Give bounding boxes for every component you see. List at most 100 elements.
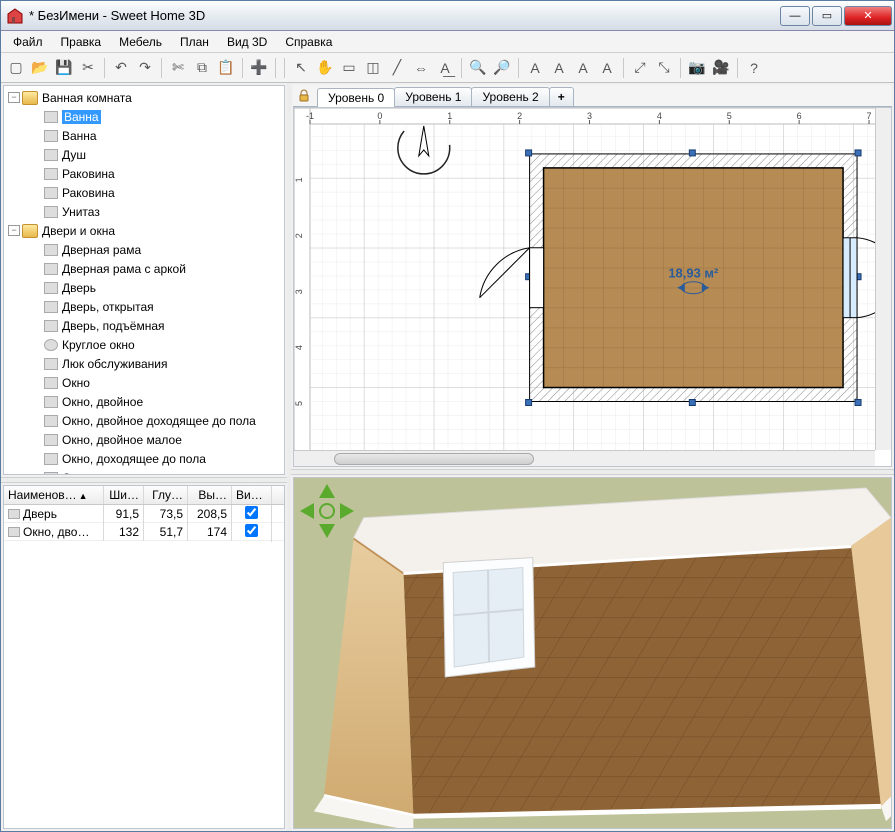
- cut-icon[interactable]: ✄: [167, 57, 189, 79]
- item-thumb-icon: [44, 358, 58, 370]
- add-furniture-icon[interactable]: ➕: [248, 57, 270, 79]
- text-italic-icon[interactable]: A: [548, 57, 570, 79]
- help-icon[interactable]: ?: [743, 57, 765, 79]
- nav3d-right-icon[interactable]: [340, 503, 354, 519]
- create-rooms-icon[interactable]: ◫: [362, 57, 384, 79]
- room-area-label: 18,93 м²: [668, 266, 719, 281]
- new-file-icon[interactable]: ▢: [5, 57, 27, 79]
- text-bold-icon[interactable]: A: [524, 57, 546, 79]
- tree-category[interactable]: −Ванная комната: [4, 88, 284, 107]
- horizontal-splitter-left[interactable]: [1, 477, 287, 483]
- col-depth[interactable]: Глу…: [144, 486, 188, 504]
- tree-item[interactable]: Душ: [4, 145, 284, 164]
- menu-furniture[interactable]: Мебель: [111, 33, 170, 51]
- tree-item[interactable]: Раковина: [4, 183, 284, 202]
- tree-item[interactable]: Окно, доходящее до пола: [4, 449, 284, 468]
- tab-level-1[interactable]: Уровень 1: [394, 87, 472, 106]
- tree-item[interactable]: Дверная рама: [4, 240, 284, 259]
- redo-icon[interactable]: ↷: [134, 57, 156, 79]
- item-label: Дверь, подъёмная: [62, 319, 165, 333]
- menu-edit[interactable]: Правка: [53, 33, 110, 51]
- tree-item[interactable]: Дверь: [4, 278, 284, 297]
- zoom-out-icon[interactable]: 🔎: [491, 57, 513, 79]
- visible-checkbox[interactable]: [245, 524, 258, 537]
- nav3d-center-icon[interactable]: [319, 503, 335, 519]
- tree-item[interactable]: Окно, двойное доходящее до пола: [4, 411, 284, 430]
- undo-icon[interactable]: ↶: [110, 57, 132, 79]
- open-icon[interactable]: 📂: [29, 57, 51, 79]
- visible-checkbox[interactable]: [245, 506, 258, 519]
- create-text-icon[interactable]: A͟: [434, 57, 456, 79]
- tree-item[interactable]: Ванна: [4, 107, 284, 126]
- copy-icon[interactable]: ⧉: [191, 57, 213, 79]
- menu-help[interactable]: Справка: [277, 33, 340, 51]
- tree-item[interactable]: Окно, малое: [4, 468, 284, 475]
- lock-level-icon[interactable]: [297, 89, 311, 103]
- tree-item[interactable]: Круглое окно: [4, 335, 284, 354]
- tab-add-level[interactable]: +: [549, 87, 574, 106]
- item-label: Круглое окно: [62, 338, 135, 352]
- col-height[interactable]: Вы…: [188, 486, 232, 504]
- nav3d-left-icon[interactable]: [300, 503, 314, 519]
- save-icon[interactable]: 💾: [53, 57, 75, 79]
- item-thumb-icon: [44, 320, 58, 332]
- tree-item[interactable]: Дверь, подъёмная: [4, 316, 284, 335]
- table-row[interactable]: Окно, дво…13251,7174: [4, 523, 284, 541]
- plan-scrollbar-horizontal[interactable]: [294, 450, 875, 466]
- catalog-tree[interactable]: −Ванная комнатаВаннаВаннаДушРаковинаРако…: [3, 85, 285, 475]
- table-row[interactable]: Дверь91,573,5208,5: [4, 505, 284, 523]
- tree-item[interactable]: Дверь, открытая: [4, 297, 284, 316]
- text-increase-icon[interactable]: A: [572, 57, 594, 79]
- preferences-icon[interactable]: ✂: [77, 57, 99, 79]
- tree-item[interactable]: Окно: [4, 373, 284, 392]
- tree-toggle-icon[interactable]: −: [8, 92, 20, 103]
- zoom-in-icon[interactable]: 🔍: [467, 57, 489, 79]
- title-bar[interactable]: * БезИмени - Sweet Home 3D — ▭ ✕: [1, 1, 894, 31]
- col-name[interactable]: Наименов…: [8, 488, 77, 502]
- furniture-table[interactable]: Наименов…▲ Ши… Глу… Вы… Види… Дверь91,57…: [3, 485, 285, 829]
- item-thumb-icon: [44, 472, 58, 476]
- col-visible[interactable]: Види…: [232, 486, 272, 504]
- nav3d-up-icon[interactable]: [319, 484, 335, 498]
- table-header[interactable]: Наименов…▲ Ши… Глу… Вы… Види…: [4, 486, 284, 505]
- plan-2d-view[interactable]: -1012345678 123456: [293, 107, 892, 467]
- menu-plan[interactable]: План: [172, 33, 217, 51]
- plan-scrollbar-vertical[interactable]: [875, 108, 891, 450]
- create-polyline-icon[interactable]: ╱: [386, 57, 408, 79]
- view-3d[interactable]: [293, 477, 892, 829]
- video-icon[interactable]: 🎥: [710, 57, 732, 79]
- text-decrease-icon[interactable]: A: [596, 57, 618, 79]
- maximize-button[interactable]: ▭: [812, 6, 842, 26]
- create-dimensions-icon[interactable]: ⇔: [410, 57, 432, 79]
- tree-item[interactable]: Унитаз: [4, 202, 284, 221]
- photo-icon[interactable]: 📷: [686, 57, 708, 79]
- horizontal-splitter-right[interactable]: [291, 469, 894, 475]
- tree-item[interactable]: Ванна: [4, 126, 284, 145]
- tree-toggle-icon[interactable]: −: [8, 225, 20, 236]
- tree-item[interactable]: Окно, двойное: [4, 392, 284, 411]
- zoom-fit-icon[interactable]: ⤢: [629, 57, 651, 79]
- menu-file[interactable]: Файл: [5, 33, 51, 51]
- view3d-canvas[interactable]: [294, 478, 891, 829]
- create-walls-icon[interactable]: ▭: [338, 57, 360, 79]
- plan-canvas[interactable]: -1012345678 123456: [294, 108, 891, 467]
- nav3d-down-icon[interactable]: [319, 524, 335, 538]
- tree-item[interactable]: Раковина: [4, 164, 284, 183]
- tree-item[interactable]: Дверная рама с аркой: [4, 259, 284, 278]
- menu-bar: Файл Правка Мебель План Вид 3D Справка: [1, 31, 894, 53]
- tree-item[interactable]: Люк обслуживания: [4, 354, 284, 373]
- app-icon: [7, 8, 23, 24]
- close-button[interactable]: ✕: [844, 6, 892, 26]
- pan-icon[interactable]: ✋: [314, 57, 336, 79]
- tab-level-0[interactable]: Уровень 0: [317, 88, 395, 107]
- col-width[interactable]: Ши…: [104, 486, 144, 504]
- tree-item[interactable]: Окно, двойное малое: [4, 430, 284, 449]
- menu-view3d[interactable]: Вид 3D: [219, 33, 275, 51]
- select-icon[interactable]: ↖: [290, 57, 312, 79]
- zoom-actual-icon[interactable]: ⤡: [653, 57, 675, 79]
- minimize-button[interactable]: —: [780, 6, 810, 26]
- paste-icon[interactable]: 📋: [215, 57, 237, 79]
- tree-category[interactable]: −Двери и окна: [4, 221, 284, 240]
- svg-text:4: 4: [657, 111, 662, 121]
- tab-level-2[interactable]: Уровень 2: [471, 87, 549, 106]
